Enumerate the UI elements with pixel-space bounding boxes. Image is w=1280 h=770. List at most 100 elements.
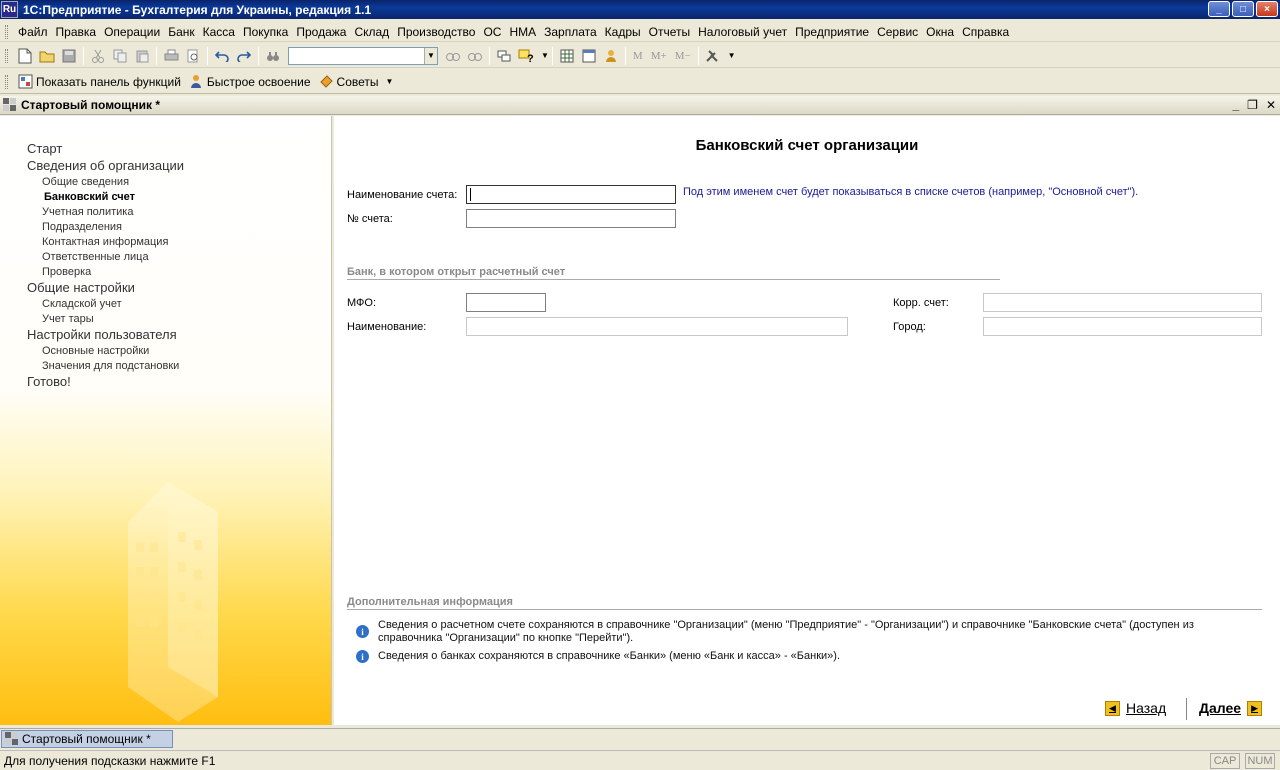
tools-icon[interactable]	[702, 45, 724, 67]
maximize-button[interactable]: □	[1232, 1, 1254, 17]
toolbar-grip	[5, 74, 8, 89]
separator	[83, 46, 84, 65]
search-combo[interactable]: ▼	[288, 46, 438, 65]
open-folder-icon[interactable]	[36, 45, 58, 67]
chevron-down-icon[interactable]: ▼	[541, 51, 549, 60]
city-input[interactable]	[983, 317, 1262, 336]
wizard-icon	[3, 98, 16, 111]
child-window-title: Стартовый помощник *	[21, 98, 161, 112]
next-label: Далее	[1199, 700, 1242, 716]
step-start[interactable]: Старт	[27, 141, 62, 156]
cut-icon[interactable]	[87, 45, 109, 67]
menu-file[interactable]: Файл	[14, 23, 52, 41]
mfo-input[interactable]	[466, 293, 546, 312]
show-function-panel-label: Показать панель функций	[36, 74, 181, 89]
child-close-button[interactable]: ✕	[1266, 98, 1276, 112]
step-departments[interactable]: Подразделения	[42, 221, 122, 233]
windows-icon[interactable]	[493, 45, 515, 67]
menu-fixed-assets[interactable]: ОС	[479, 23, 505, 41]
step-default-values[interactable]: Значения для подстановки	[42, 360, 179, 372]
find-next-icon[interactable]	[442, 45, 464, 67]
memory-m-button[interactable]: M	[629, 50, 647, 62]
taskbar-item-start-wizard[interactable]: Стартовый помощник *	[1, 730, 173, 748]
chevron-down-icon[interactable]: ▼	[728, 51, 736, 60]
step-bank-account[interactable]: Банковский счет	[44, 191, 135, 203]
menu-help[interactable]: Справка	[958, 23, 1013, 41]
calculator-icon[interactable]	[556, 45, 578, 67]
menu-operations[interactable]: Операции	[100, 23, 164, 41]
step-general-settings[interactable]: Общие настройки	[27, 280, 135, 295]
save-icon[interactable]	[58, 45, 80, 67]
show-function-panel-button[interactable]: Показать панель функций	[14, 74, 185, 89]
step-contact-info[interactable]: Контактная информация	[42, 236, 168, 248]
step-org-info[interactable]: Сведения об организации	[27, 158, 184, 173]
step-accounting-policy[interactable]: Учетная политика	[42, 206, 133, 218]
step-general-info[interactable]: Общие сведения	[42, 176, 129, 188]
menu-sale[interactable]: Продажа	[292, 23, 350, 41]
new-document-icon[interactable]	[14, 45, 36, 67]
next-button[interactable]: Далее ▶	[1199, 700, 1263, 716]
tips-button[interactable]: Советы ▼	[315, 74, 398, 89]
menu-hr[interactable]: Кадры	[601, 23, 645, 41]
calendar-icon[interactable]	[578, 45, 600, 67]
menu-enterprise[interactable]: Предприятие	[791, 23, 873, 41]
menu-windows[interactable]: Окна	[922, 23, 958, 41]
lightbulb-icon	[319, 75, 333, 88]
status-bar: Для получения подсказки нажмите F1 CAP N…	[0, 750, 1280, 770]
menu-cash[interactable]: Касса	[199, 23, 239, 41]
menu-edit[interactable]: Правка	[52, 23, 101, 41]
menu-tax[interactable]: Налоговый учет	[694, 23, 791, 41]
quick-learning-button[interactable]: Быстрое освоение	[185, 74, 315, 89]
info-icon: i	[356, 650, 369, 663]
undo-icon[interactable]	[211, 45, 233, 67]
teacher-icon	[190, 75, 201, 88]
back-button[interactable]: ◀ Назад	[1105, 700, 1166, 716]
find-prev-icon[interactable]	[464, 45, 486, 67]
copy-icon[interactable]	[109, 45, 131, 67]
child-restore-button[interactable]: ❐	[1247, 98, 1258, 112]
memory-mplus-button[interactable]: M+	[647, 50, 671, 62]
account-number-input[interactable]	[466, 209, 676, 228]
step-responsible-persons[interactable]: Ответственные лица	[42, 251, 149, 263]
help-context-icon[interactable]: ?	[515, 45, 537, 67]
account-name-input[interactable]	[466, 185, 676, 204]
status-text: Для получения подсказки нажмите F1	[4, 753, 216, 768]
close-button[interactable]: ×	[1256, 1, 1278, 17]
city-label: Город:	[893, 321, 926, 333]
chevron-down-icon[interactable]: ▼	[424, 47, 437, 64]
wizard-icon	[5, 732, 18, 745]
menu-salary[interactable]: Зарплата	[540, 23, 601, 41]
print-preview-icon[interactable]	[182, 45, 204, 67]
menu-bank[interactable]: Банк	[164, 23, 198, 41]
chevron-down-icon[interactable]: ▼	[386, 77, 394, 86]
nav-separator	[1186, 698, 1187, 720]
back-label: Назад	[1126, 700, 1167, 716]
binoculars-icon[interactable]	[262, 45, 284, 67]
child-minimize-button[interactable]: _	[1232, 98, 1239, 112]
menu-warehouse[interactable]: Склад	[350, 23, 393, 41]
users-icon[interactable]	[600, 45, 622, 67]
print-icon[interactable]	[160, 45, 182, 67]
step-user-settings[interactable]: Настройки пользователя	[27, 327, 177, 342]
bank-name-input[interactable]	[466, 317, 848, 336]
redo-icon[interactable]	[233, 45, 255, 67]
function-panel-icon	[18, 74, 33, 89]
step-check[interactable]: Проверка	[42, 266, 91, 278]
menu-service[interactable]: Сервис	[873, 23, 922, 41]
window-taskbar: Стартовый помощник *	[0, 728, 1280, 748]
menu-intangibles[interactable]: НМА	[505, 23, 540, 41]
paste-icon[interactable]	[131, 45, 153, 67]
corr-account-input[interactable]	[983, 293, 1262, 312]
mfo-label: МФО:	[347, 297, 377, 309]
menu-production[interactable]: Производство	[393, 23, 479, 41]
memory-mminus-button[interactable]: M−	[671, 50, 695, 62]
minimize-button[interactable]: _	[1208, 1, 1230, 17]
step-basic-settings[interactable]: Основные настройки	[42, 345, 149, 357]
text-cursor	[470, 188, 471, 201]
menu-reports[interactable]: Отчеты	[645, 23, 694, 41]
step-done[interactable]: Готово!	[27, 374, 71, 389]
step-warehouse-accounting[interactable]: Складской учет	[42, 298, 122, 310]
step-container-accounting[interactable]: Учет тары	[42, 313, 94, 325]
child-window-caption: Стартовый помощник * _ ❐ ✕	[0, 96, 1280, 115]
menu-purchase[interactable]: Покупка	[239, 23, 292, 41]
